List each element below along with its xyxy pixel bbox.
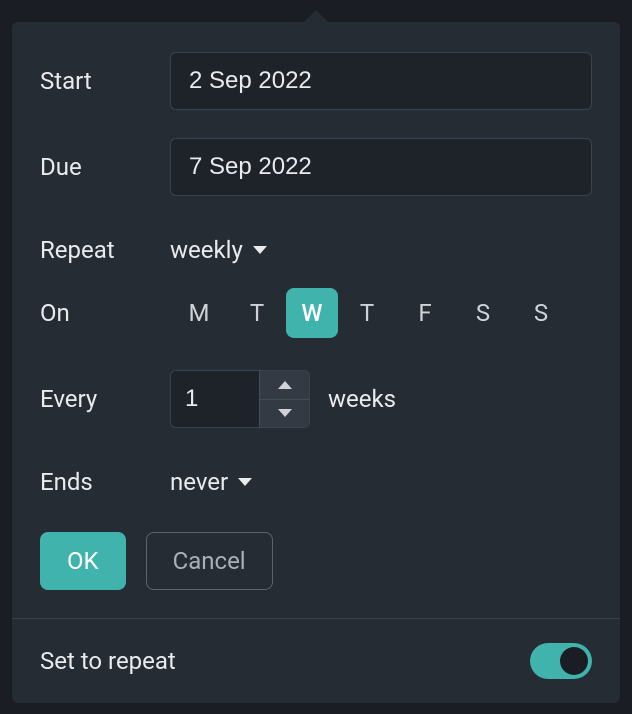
ok-button[interactable]: OK [40,532,126,590]
repeat-value: weekly [170,236,243,264]
ends-label: Ends [40,468,170,496]
day-picker: MTWTFSS [170,288,570,338]
due-row: Due [12,124,620,210]
action-buttons: OK Cancel [12,510,620,618]
every-label: Every [40,385,170,413]
day-button-0[interactable]: M [170,288,228,338]
start-input[interactable] [170,52,592,110]
ends-value: never [170,468,228,496]
chevron-down-icon [238,478,252,486]
repeat-label: Repeat [40,236,170,264]
day-button-2[interactable]: W [286,288,338,338]
repeat-dropdown[interactable]: weekly [170,232,267,268]
chevron-down-icon [278,409,292,417]
due-input[interactable] [170,138,592,196]
every-stepper [170,370,310,428]
cancel-button[interactable]: Cancel [146,532,273,590]
day-button-5[interactable]: S [454,288,512,338]
ends-dropdown[interactable]: never [170,464,252,500]
stepper-buttons [259,371,309,427]
day-button-6[interactable]: S [512,288,570,338]
on-row: On MTWTFSS [12,278,620,348]
chevron-up-icon [278,381,292,389]
set-to-repeat-toggle[interactable] [530,643,592,679]
on-label: On [40,299,170,327]
every-input[interactable] [171,371,259,427]
footer-row: Set to repeat [12,619,620,703]
popover-arrow [302,10,330,24]
every-row: Every weeks [12,348,620,446]
day-button-3[interactable]: T [338,288,396,338]
set-to-repeat-label: Set to repeat [40,647,176,675]
ends-row: Ends never [12,446,620,510]
stepper-down-button[interactable] [260,399,309,428]
day-button-4[interactable]: F [396,288,454,338]
repeat-row: Repeat weekly [12,210,620,278]
due-label: Due [40,153,170,181]
start-row: Start [12,22,620,124]
every-unit: weeks [328,385,396,413]
day-button-1[interactable]: T [228,288,286,338]
chevron-down-icon [253,246,267,254]
start-label: Start [40,67,170,95]
repeat-settings-popover: Start Due Repeat weekly On MTWTFSS Every… [12,22,620,703]
toggle-knob [560,647,588,675]
stepper-up-button[interactable] [260,371,309,399]
